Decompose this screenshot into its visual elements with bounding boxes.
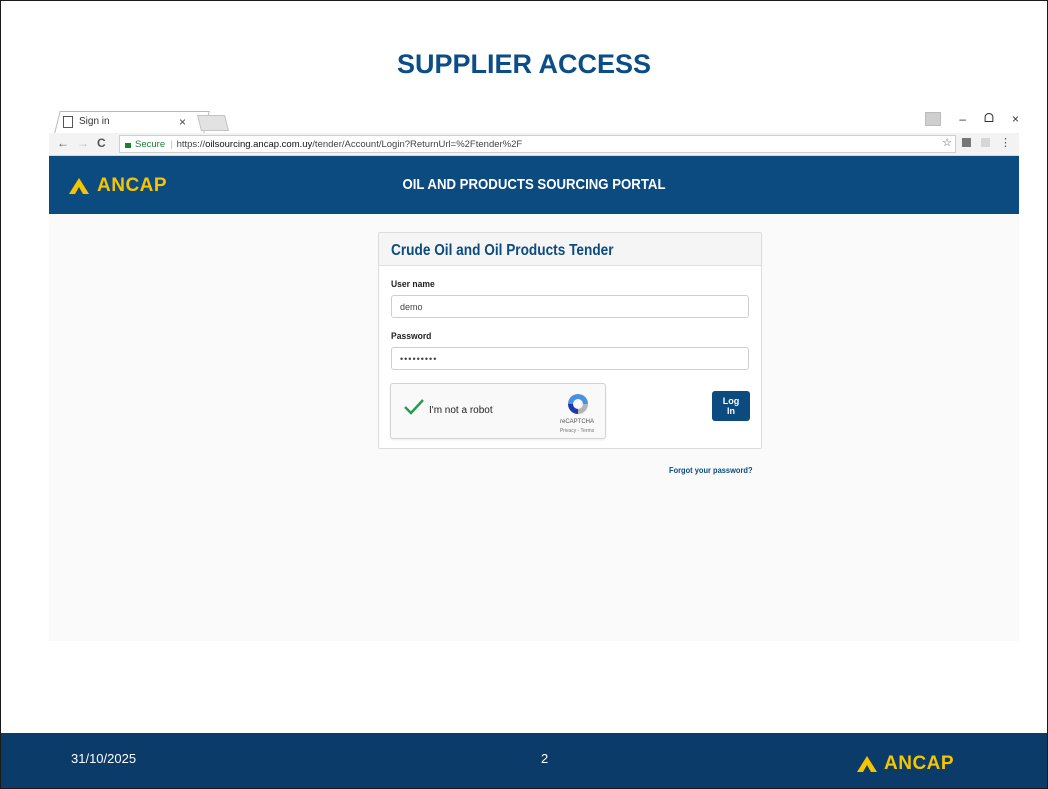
password-input[interactable]: ••••••••• <box>391 347 749 370</box>
browser-tab[interactable]: Sign in <box>63 111 213 132</box>
url-path: /tender/Account/Login?ReturnUrl=%2Ftende… <box>312 138 523 150</box>
panel-title: Crude Oil and Oil Products Tender <box>391 242 614 259</box>
slide: SUPPLIER ACCESS Sign in × – ᗝ × ← → C Se… <box>0 0 1048 789</box>
footer-page-number: 2 <box>541 751 549 766</box>
close-window-button[interactable]: × <box>1012 112 1019 126</box>
window-controls: – ᗝ × <box>925 111 1019 126</box>
restore-button[interactable]: ᗝ <box>984 111 994 126</box>
toolbar-icons: ☆ ⋮ <box>942 136 1011 149</box>
tab-title: Sign in <box>79 116 110 127</box>
username-input[interactable]: demo <box>391 295 749 318</box>
recaptcha-brand: reCAPTCHA <box>559 419 594 425</box>
captcha-label: I'm not a robot <box>429 405 493 416</box>
portal-title: OIL AND PRODUCTS SOURCING PORTAL <box>402 176 666 193</box>
slide-title: SUPPLIER ACCESS <box>396 49 652 79</box>
url-host: oilsourcing.ancap.com.uy <box>205 138 313 150</box>
menu-icon[interactable]: ⋮ <box>1000 136 1011 149</box>
extension-icon-2[interactable] <box>981 138 990 147</box>
login-panel: Crude Oil and Oil Products Tender User n… <box>378 232 762 449</box>
bookmark-star-icon[interactable]: ☆ <box>942 136 952 149</box>
username-label: User name <box>391 279 435 290</box>
ancap-triangle-icon <box>857 756 877 772</box>
recaptcha-logo-icon <box>568 394 588 414</box>
panel-header: Crude Oil and Oil Products Tender <box>379 233 761 266</box>
slide-footer: 31/10/2025 2 ANCAP <box>1 733 1047 788</box>
browser-tabstrip: Sign in × – ᗝ × <box>49 111 1019 133</box>
login-button[interactable]: Log In <box>712 391 750 421</box>
back-icon[interactable]: ← <box>57 136 69 150</box>
site-header: ANCAP OIL AND PRODUCTS SOURCING PORTAL <box>49 156 1019 214</box>
recaptcha-links[interactable]: Privacy - Terms <box>551 428 603 434</box>
recaptcha-widget: I'm not a robot reCAPTCHA Privacy - Term… <box>390 383 606 439</box>
website: ANCAP OIL AND PRODUCTS SOURCING PORTAL C… <box>49 156 1019 641</box>
browser-toolbar: ← → C Secure | https://oilsourcing.ancap… <box>49 133 1019 156</box>
url-text: https://oilsourcing.ancap.com.uy/tender/… <box>177 139 523 150</box>
checkmark-icon[interactable] <box>403 398 425 416</box>
lock-icon <box>125 142 131 148</box>
tab-close-icon[interactable]: × <box>179 115 186 129</box>
profile-icon[interactable] <box>925 111 942 126</box>
extension-icon[interactable] <box>962 138 971 147</box>
forgot-password-link[interactable]: Forgot your password? <box>669 465 753 475</box>
page-icon <box>63 115 73 128</box>
password-label: Password <box>391 331 432 342</box>
divider: | <box>170 138 173 150</box>
minimize-button[interactable]: – <box>959 112 966 126</box>
reload-icon[interactable]: C <box>97 136 106 150</box>
url-prefix: https:// <box>176 138 206 150</box>
address-bar[interactable]: Secure | https://oilsourcing.ancap.com.u… <box>119 135 956 153</box>
forward-icon[interactable]: → <box>77 136 89 150</box>
new-tab-button[interactable] <box>197 115 229 131</box>
footer-date: 31/10/2025 <box>71 751 137 766</box>
ancap-triangle-icon <box>69 178 89 194</box>
footer-logo: ANCAP <box>857 753 954 775</box>
security-label: Secure <box>135 138 166 150</box>
footer-logo-text: ANCAP <box>884 753 955 774</box>
